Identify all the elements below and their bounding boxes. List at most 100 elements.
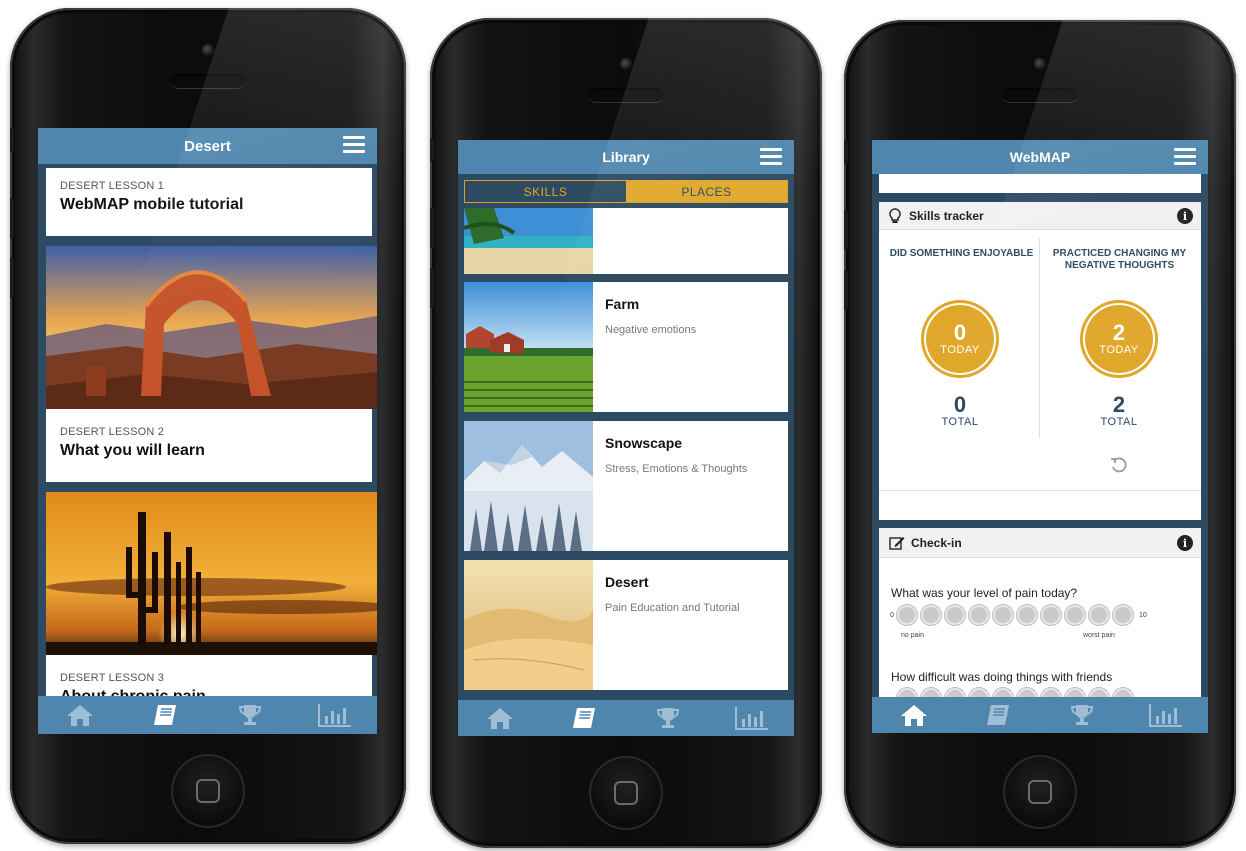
volume-up-button	[430, 208, 434, 248]
rating-option[interactable]	[945, 605, 965, 625]
hamburger-menu-icon[interactable]	[760, 148, 782, 166]
info-icon[interactable]: i	[1177, 208, 1193, 224]
lesson-title: What you will learn	[60, 442, 205, 459]
volume-down-button	[844, 270, 848, 310]
lesson-card-2[interactable]: DESERT LESSON 2 What you will learn	[46, 246, 377, 482]
volume-up-button	[844, 210, 848, 250]
place-card-farm[interactable]: Farm Negative emotions	[464, 282, 788, 412]
place-subtitle: Pain Education and Tutorial	[605, 602, 740, 614]
home-button[interactable]	[1003, 755, 1077, 829]
rating-option[interactable]	[1017, 605, 1037, 625]
library-segmented-control: SKILLS PLACES	[464, 180, 788, 203]
book-icon	[573, 708, 595, 728]
lesson-label: DESERT LESSON 3	[60, 672, 165, 684]
volume-up-button	[10, 198, 14, 238]
rating-option[interactable]	[1065, 605, 1085, 625]
trophy-icon	[656, 708, 680, 728]
panel-title: Check-in	[911, 535, 962, 550]
rating-option[interactable]	[921, 605, 941, 625]
bar-chart-icon	[735, 707, 768, 730]
mute-switch	[10, 128, 14, 152]
tab-home[interactable]	[458, 700, 542, 736]
home-icon	[487, 708, 513, 729]
total-count-negative-thoughts: 2	[1112, 392, 1126, 417]
hamburger-menu-icon[interactable]	[343, 136, 365, 154]
tab-library[interactable]	[123, 696, 208, 734]
tab-library[interactable]	[542, 700, 626, 736]
rating-option[interactable]	[993, 605, 1013, 625]
skills-tracker-header: Skills tracker i	[879, 202, 1201, 230]
place-name: Desert	[605, 574, 649, 590]
tab-home[interactable]	[38, 696, 123, 734]
skills-tracker-panel: Skills tracker i DID SOMETHING ENJOYABLE…	[879, 202, 1201, 520]
home-button[interactable]	[589, 756, 663, 830]
desert-dunes-image	[464, 560, 593, 690]
place-card-desert[interactable]: Desert Pain Education and Tutorial	[464, 560, 788, 690]
tab-progress[interactable]	[710, 700, 794, 736]
lesson-label: DESERT LESSON 1	[60, 180, 165, 192]
rating-option[interactable]	[1041, 605, 1061, 625]
reset-icon[interactable]	[1110, 456, 1128, 474]
place-subtitle: Negative emotions	[605, 324, 697, 336]
scale-min-label: no pain	[901, 632, 924, 639]
front-camera	[202, 44, 214, 56]
earpiece-speaker	[1003, 88, 1077, 102]
lesson-card-1[interactable]: DESERT LESSON 1 WebMAP mobile tutorial	[46, 168, 372, 236]
pencil-edit-icon	[889, 536, 905, 550]
book-icon	[987, 705, 1009, 725]
segment-places[interactable]: PLACES	[626, 181, 787, 202]
place-name: Snowscape	[605, 435, 683, 451]
home-button[interactable]	[171, 754, 245, 828]
trophy-icon	[1070, 705, 1094, 725]
column-divider	[1039, 238, 1040, 438]
question-pain-level: What was your level of pain today?	[891, 586, 1078, 600]
segment-skills[interactable]: SKILLS	[465, 181, 626, 202]
tab-rewards[interactable]	[1040, 697, 1124, 733]
panel-title: Skills tracker	[909, 208, 984, 223]
cactus-sunset-image	[46, 492, 377, 655]
pain-rating-scale	[897, 605, 1137, 625]
previous-panel-bottom	[879, 174, 1201, 193]
place-name: Farm	[605, 296, 640, 312]
screen-library: Library SKILLS PLACES Farm Negative emot…	[458, 140, 794, 736]
page-title: Library	[602, 149, 650, 165]
today-counter-enjoyable: 0 TODAY	[921, 300, 999, 378]
rating-option[interactable]	[897, 605, 917, 625]
scale-max-label: worst pain	[1083, 632, 1115, 639]
rating-option[interactable]	[1089, 605, 1109, 625]
today-counter-negative-thoughts: 2 TODAY	[1080, 300, 1158, 378]
total-label: TOTAL	[941, 416, 979, 428]
phone-middle: Library SKILLS PLACES Farm Negative emot…	[430, 18, 822, 848]
skill-title-negative-thoughts: PRACTICED CHANGING MY NEGATIVE THOUGHTS	[1052, 248, 1187, 271]
skill-title-enjoyable: DID SOMETHING ENJOYABLE	[889, 248, 1034, 259]
farm-image	[464, 282, 593, 412]
info-icon[interactable]: i	[1177, 535, 1193, 551]
earpiece-speaker	[171, 74, 245, 88]
page-title: Desert	[184, 137, 231, 155]
place-card-beach[interactable]	[464, 208, 788, 274]
hamburger-menu-icon[interactable]	[1174, 148, 1196, 166]
volume-down-button	[430, 268, 434, 308]
bottom-tab-bar	[38, 696, 377, 734]
rating-option[interactable]	[1113, 605, 1133, 625]
scale-max-value: 10	[1139, 612, 1147, 619]
scale-min-value: 0	[890, 612, 894, 619]
home-icon	[67, 705, 94, 726]
tab-home[interactable]	[872, 697, 956, 733]
lesson-card-3[interactable]: DESERT LESSON 3 About chronic pain	[46, 492, 377, 705]
title-bar: Desert	[38, 128, 377, 164]
total-count-enjoyable: 0	[953, 392, 967, 417]
home-icon	[901, 705, 927, 726]
tab-rewards[interactable]	[208, 696, 293, 734]
tab-library[interactable]	[956, 697, 1040, 733]
tab-progress[interactable]	[292, 696, 377, 734]
place-card-snowscape[interactable]: Snowscape Stress, Emotions & Thoughts	[464, 421, 788, 551]
rating-option[interactable]	[969, 605, 989, 625]
tab-rewards[interactable]	[626, 700, 710, 736]
arch-canyon-image	[46, 246, 377, 409]
front-camera	[620, 58, 632, 70]
tab-progress[interactable]	[1124, 697, 1208, 733]
screen-desert: Desert DESERT LESSON 1 WebMAP mobile tut…	[38, 128, 377, 734]
bottom-tab-bar	[458, 700, 794, 736]
lesson-label: DESERT LESSON 2	[60, 426, 165, 438]
